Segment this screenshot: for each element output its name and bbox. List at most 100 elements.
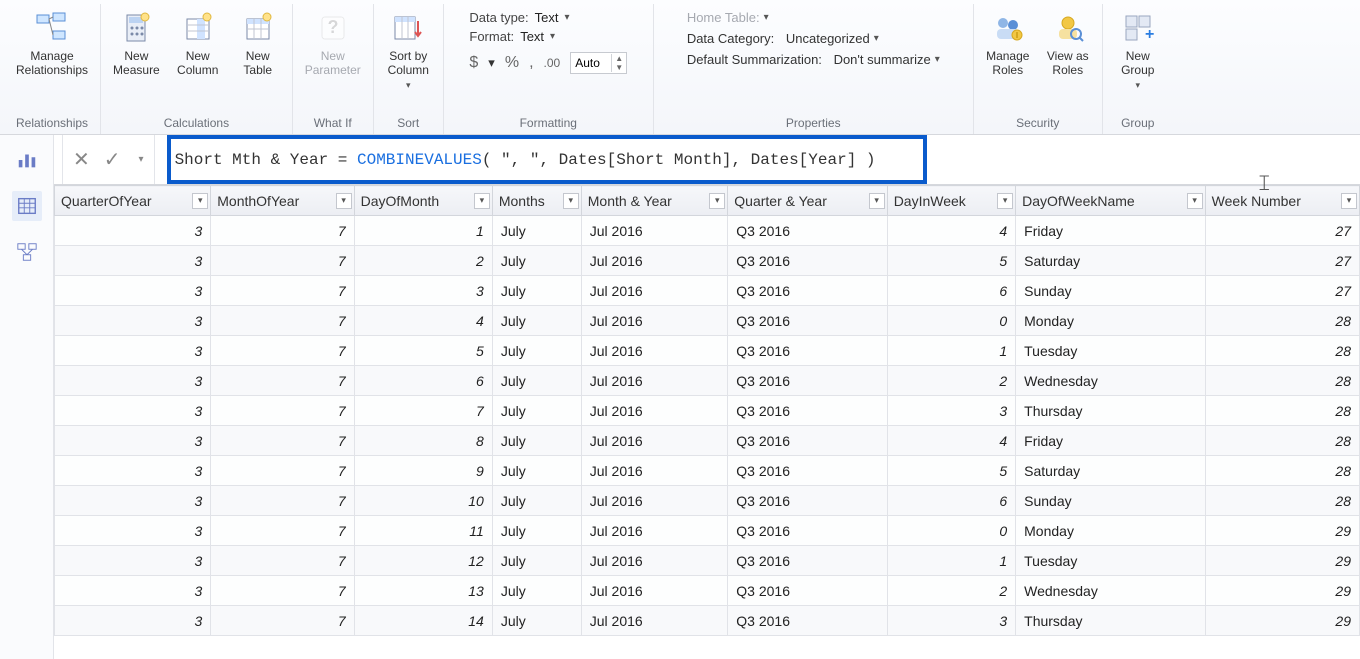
format-dropdown[interactable]: Format: Text ▾ [469, 29, 627, 44]
sort-by-column-button[interactable]: Sort by Column ▾ [380, 6, 436, 95]
cell[interactable]: 5 [354, 336, 492, 366]
cell[interactable]: 9 [354, 456, 492, 486]
filter-dropdown-icon[interactable]: ▾ [1187, 193, 1203, 209]
cell[interactable]: 28 [1205, 396, 1359, 426]
cell[interactable]: Monday [1016, 306, 1206, 336]
cell[interactable]: Q3 2016 [728, 246, 887, 276]
cell[interactable]: July [492, 336, 581, 366]
cell[interactable]: 3 [55, 546, 211, 576]
cell[interactable]: 3 [55, 426, 211, 456]
cell[interactable]: Q3 2016 [728, 306, 887, 336]
cell[interactable]: Jul 2016 [581, 456, 728, 486]
cell[interactable]: Q3 2016 [728, 426, 887, 456]
cell[interactable]: July [492, 276, 581, 306]
cell[interactable]: July [492, 516, 581, 546]
cell[interactable]: Q3 2016 [728, 216, 887, 246]
cell[interactable]: Saturday [1016, 246, 1206, 276]
cell[interactable]: July [492, 486, 581, 516]
cell[interactable]: Thursday [1016, 606, 1206, 636]
cell[interactable]: 3 [55, 216, 211, 246]
cell[interactable]: 7 [211, 516, 354, 546]
cell[interactable]: 28 [1205, 426, 1359, 456]
new-column-button[interactable]: New Column [170, 6, 226, 82]
cell[interactable]: 1 [354, 216, 492, 246]
cell[interactable]: Tuesday [1016, 546, 1206, 576]
filter-dropdown-icon[interactable]: ▾ [869, 193, 885, 209]
cell[interactable]: Tuesday [1016, 336, 1206, 366]
cell[interactable]: Q3 2016 [728, 336, 887, 366]
cell[interactable]: 29 [1205, 516, 1359, 546]
cell[interactable]: 3 [55, 336, 211, 366]
cell[interactable]: 8 [354, 426, 492, 456]
cell[interactable]: Q3 2016 [728, 396, 887, 426]
cell[interactable]: Saturday [1016, 456, 1206, 486]
cell[interactable]: 6 [354, 366, 492, 396]
cell[interactable]: July [492, 606, 581, 636]
cell[interactable]: July [492, 366, 581, 396]
new-group-button[interactable]: + New Group ▾ [1110, 6, 1166, 95]
cell[interactable]: July [492, 456, 581, 486]
decimal-button[interactable]: .00 [544, 56, 561, 70]
cell[interactable]: 3 [55, 246, 211, 276]
filter-dropdown-icon[interactable]: ▾ [563, 193, 579, 209]
cell[interactable]: Q3 2016 [728, 606, 887, 636]
cell[interactable]: Q3 2016 [728, 366, 887, 396]
cell[interactable]: 7 [211, 306, 354, 336]
cell[interactable]: 2 [354, 246, 492, 276]
cell[interactable]: 29 [1205, 546, 1359, 576]
cell[interactable]: Jul 2016 [581, 366, 728, 396]
decimal-places-input[interactable]: ▲▼ [570, 52, 627, 74]
chevron-down-icon[interactable]: ▾ [488, 55, 495, 71]
cell[interactable]: 4 [887, 216, 1015, 246]
cell[interactable]: Jul 2016 [581, 396, 728, 426]
cell[interactable]: Jul 2016 [581, 276, 728, 306]
cell[interactable]: 4 [354, 306, 492, 336]
cell[interactable]: 1 [887, 336, 1015, 366]
cell[interactable]: 28 [1205, 306, 1359, 336]
cell[interactable]: Q3 2016 [728, 546, 887, 576]
cell[interactable]: Q3 2016 [728, 486, 887, 516]
cell[interactable]: July [492, 216, 581, 246]
cell[interactable]: 7 [211, 456, 354, 486]
filter-dropdown-icon[interactable]: ▾ [336, 193, 352, 209]
table-row[interactable]: 373JulyJul 2016Q3 20166Sunday27 [55, 276, 1360, 306]
cell[interactable]: 28 [1205, 456, 1359, 486]
cell[interactable]: 27 [1205, 216, 1359, 246]
data-category-dropdown[interactable]: Data Category: Uncategorized ▾ [687, 31, 940, 46]
cell[interactable]: 6 [887, 486, 1015, 516]
cell[interactable]: 3 [55, 516, 211, 546]
cell[interactable]: 7 [211, 576, 354, 606]
cell[interactable]: 3 [55, 456, 211, 486]
cell[interactable]: July [492, 426, 581, 456]
cell[interactable]: July [492, 396, 581, 426]
table-row[interactable]: 376JulyJul 2016Q3 20162Wednesday28 [55, 366, 1360, 396]
filter-dropdown-icon[interactable]: ▾ [192, 193, 208, 209]
cell[interactable]: Q3 2016 [728, 456, 887, 486]
data-grid[interactable]: QuarterOfYear▾MonthOfYear▾DayOfMonth▾Mon… [54, 185, 1360, 636]
table-row[interactable]: 3713JulyJul 2016Q3 20162Wednesday29 [55, 576, 1360, 606]
cell[interactable]: Jul 2016 [581, 426, 728, 456]
cell[interactable]: 3 [55, 486, 211, 516]
cell[interactable]: 3 [887, 396, 1015, 426]
cell[interactable]: 3 [887, 606, 1015, 636]
default-summarization-dropdown[interactable]: Default Summarization: Don't summarize ▾ [687, 52, 940, 67]
view-as-roles-button[interactable]: View as Roles [1040, 6, 1096, 82]
table-row[interactable]: 379JulyJul 2016Q3 20165Saturday28 [55, 456, 1360, 486]
cell[interactable]: July [492, 246, 581, 276]
report-view-button[interactable] [12, 145, 42, 175]
column-header[interactable]: Quarter & Year▾ [728, 186, 887, 216]
cell[interactable]: 7 [211, 366, 354, 396]
cell[interactable]: 3 [55, 606, 211, 636]
cell[interactable]: July [492, 576, 581, 606]
cell[interactable]: Q3 2016 [728, 516, 887, 546]
cell[interactable]: Friday [1016, 216, 1206, 246]
cell[interactable]: 7 [354, 396, 492, 426]
cell[interactable]: Jul 2016 [581, 306, 728, 336]
cell[interactable]: Wednesday [1016, 576, 1206, 606]
column-header[interactable]: MonthOfYear▾ [211, 186, 354, 216]
cell[interactable]: 14 [354, 606, 492, 636]
filter-dropdown-icon[interactable]: ▾ [709, 193, 725, 209]
cell[interactable]: 3 [55, 306, 211, 336]
decimal-places-field[interactable] [571, 56, 611, 70]
cell[interactable]: 3 [354, 276, 492, 306]
